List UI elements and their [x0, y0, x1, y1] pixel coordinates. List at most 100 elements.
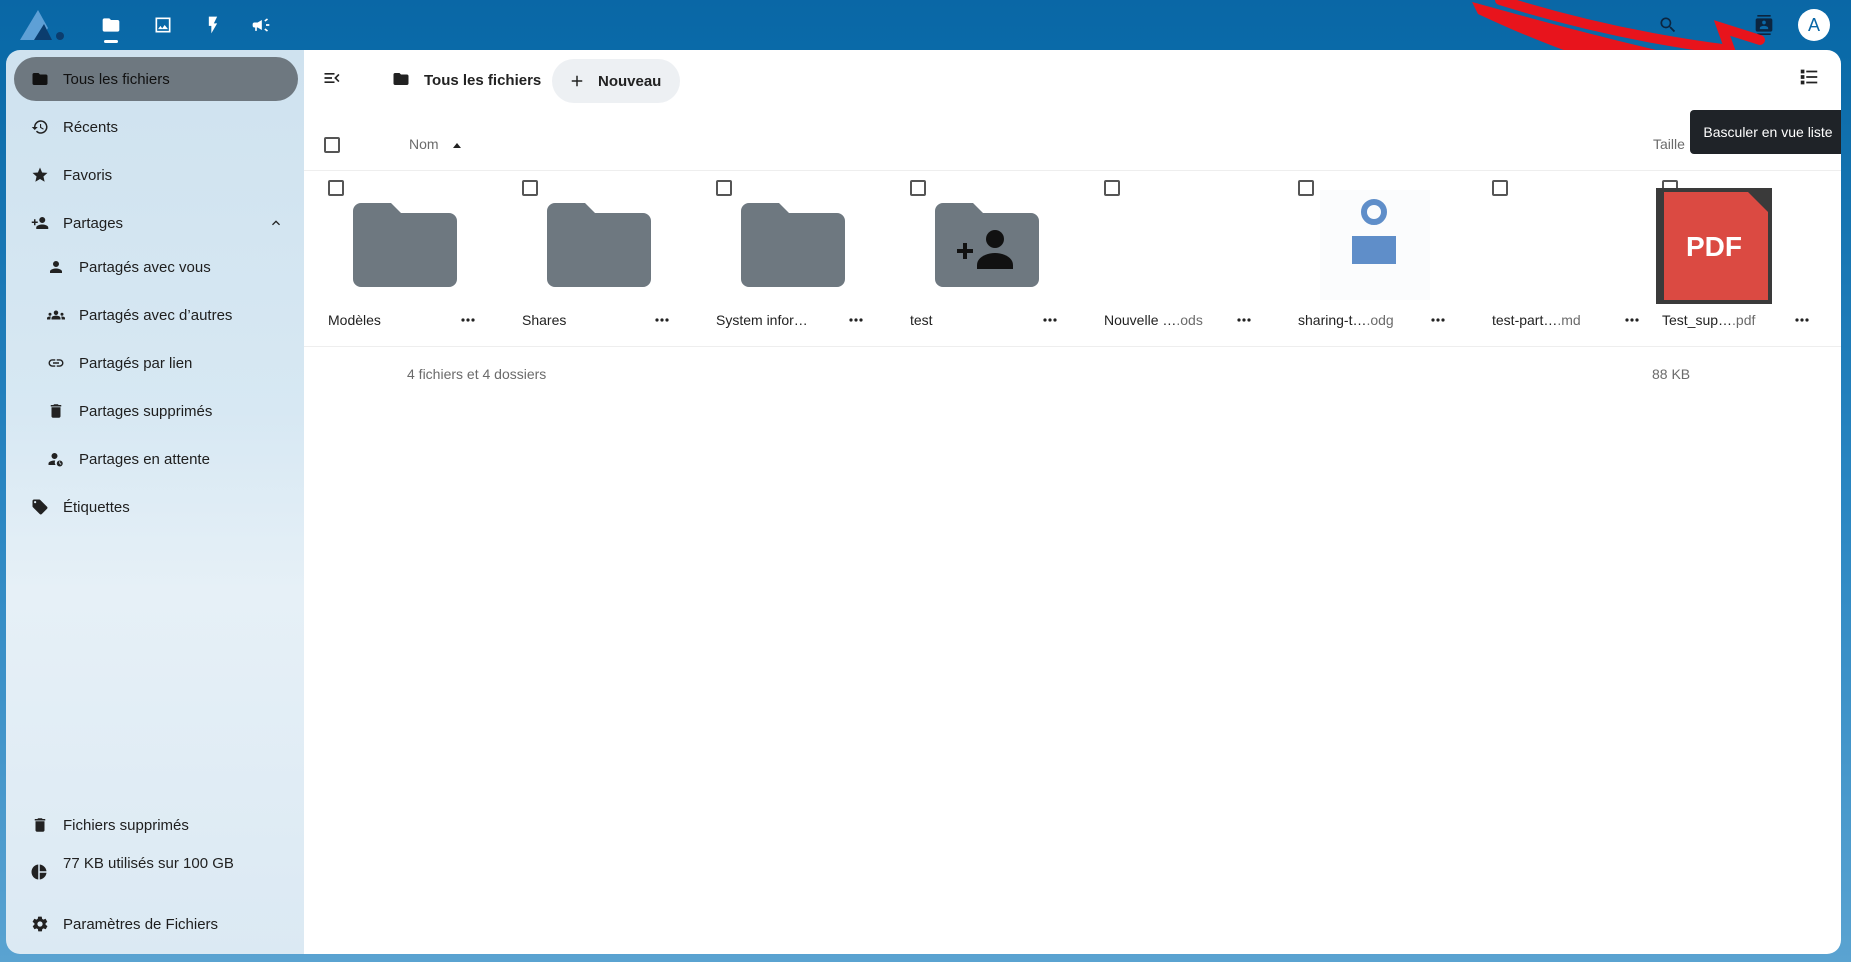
sort-ascending-icon [451, 138, 463, 150]
folder-icon [524, 190, 674, 300]
file-name: Modèles [328, 312, 381, 328]
sidebar-item-all-files[interactable]: Tous les fichiers [14, 57, 298, 101]
folder-icon [392, 70, 412, 90]
user-icon [46, 257, 66, 277]
top-bar: A [0, 0, 1851, 50]
file-list-header: Nom Taille [304, 122, 1841, 171]
sidebar-item-tags[interactable]: Étiquettes [14, 485, 298, 529]
more-actions-icon[interactable] [1426, 310, 1450, 330]
more-actions-icon[interactable] [1790, 310, 1814, 330]
gear-icon [30, 914, 50, 934]
sidebar-item-label: Favoris [63, 166, 113, 184]
avatar-letter: A [1807, 14, 1820, 35]
more-actions-icon[interactable] [1232, 310, 1256, 330]
spreadsheet-thumbnail [1106, 190, 1256, 300]
nextcloud-logo[interactable] [18, 8, 68, 42]
svg-text:PDF: PDF [1686, 231, 1742, 262]
sidebar-item-label: Partagés par lien [79, 354, 193, 372]
total-size: 88 KB [1652, 366, 1691, 382]
user-clock-icon [46, 449, 66, 469]
file-name: Test_sup… .pdf [1662, 312, 1756, 328]
tags-icon [30, 497, 50, 517]
quota-text: 77 KB utilisés sur 100 GB [63, 855, 234, 872]
text-thumbnail [1494, 190, 1644, 300]
more-actions-icon[interactable] [456, 310, 480, 330]
file-tile[interactable]: System infor… [696, 170, 890, 346]
user-avatar[interactable]: A [1798, 9, 1830, 41]
contacts-icon[interactable] [1752, 13, 1776, 37]
chevron-up-icon[interactable] [268, 215, 284, 231]
sidebar-item-shares[interactable]: Partages [14, 201, 298, 245]
more-actions-icon[interactable] [1620, 310, 1644, 330]
announcements-app-icon[interactable] [248, 12, 274, 38]
toggle-list-view-button[interactable] [1798, 66, 1826, 94]
trash-icon [30, 815, 50, 835]
users-icon [46, 305, 66, 325]
folder-icon [30, 69, 50, 89]
menu-collapse-icon [324, 73, 340, 83]
sidebar-item-shared-by-link[interactable]: Partagés par lien [14, 341, 298, 385]
shared-folder-icon [912, 190, 1062, 300]
new-button-label: Nouveau [598, 72, 662, 90]
sidebar-item-label: Tous les fichiers [63, 70, 170, 88]
breadcrumb-label: Tous les fichiers [424, 71, 542, 89]
sidebar-item-recent[interactable]: Récents [14, 105, 298, 149]
sidebar-item-deleted-files[interactable]: Fichiers supprimés [14, 803, 298, 847]
file-tile[interactable]: sharing-t… .odg [1278, 170, 1472, 346]
sidebar-item-favorites[interactable]: Favoris [14, 153, 298, 197]
star-icon [30, 165, 50, 185]
sidebar: Tous les fichiers Récents Favoris Partag… [6, 50, 304, 954]
search-icon[interactable] [1656, 13, 1680, 37]
pie-chart-icon [30, 863, 50, 883]
file-tile[interactable]: test [890, 170, 1084, 346]
drawing-thumbnail [1300, 190, 1450, 300]
sidebar-item-shared-with-others[interactable]: Partagés avec d’autres [14, 293, 298, 337]
file-tile[interactable]: test-part… .md [1472, 170, 1666, 346]
breadcrumb[interactable]: Tous les fichiers [392, 66, 541, 94]
sidebar-item-label: Fichiers supprimés [63, 816, 189, 834]
folder-icon [718, 190, 868, 300]
sidebar-item-deleted-shares[interactable]: Partages supprimés [14, 389, 298, 433]
folder-icon [330, 190, 480, 300]
sidebar-item-label: Partagés avec d’autres [79, 306, 233, 324]
select-all-checkbox[interactable] [324, 137, 340, 153]
file-name: sharing-t… .odg [1298, 312, 1394, 328]
column-name-header[interactable]: Nom [409, 136, 463, 152]
column-size-header[interactable]: Taille [1653, 136, 1685, 152]
photos-app-icon[interactable] [150, 12, 176, 38]
files-app-icon[interactable] [98, 12, 124, 38]
more-actions-icon[interactable] [650, 310, 674, 330]
file-name: test [910, 312, 933, 328]
trash-icon [46, 401, 66, 421]
file-tile[interactable]: Modèles [308, 170, 502, 346]
column-name-label: Nom [409, 136, 439, 152]
file-count-summary: 4 fichiers et 4 dossiers [407, 366, 547, 382]
link-icon [46, 353, 66, 373]
sidebar-item-label: Récents [63, 118, 119, 136]
history-icon [30, 117, 50, 137]
file-grid: Modèles Shares System infor… test Nouvel… [304, 170, 1841, 347]
sidebar-item-pending-shares[interactable]: Partages en attente [14, 437, 298, 481]
more-actions-icon[interactable] [844, 310, 868, 330]
sidebar-item-label: Partages [63, 214, 124, 232]
view-toggle-tooltip: Basculer en vue liste [1690, 110, 1841, 154]
sidebar-item-label: Étiquettes [63, 498, 130, 516]
activity-app-icon[interactable] [200, 12, 226, 38]
file-tile[interactable]: Nouvelle … .ods [1084, 170, 1278, 346]
pdf-thumbnail: PDF [1656, 188, 1772, 304]
file-name: Nouvelle … .ods [1104, 312, 1203, 328]
sidebar-item-label: Partagés avec vous [79, 258, 211, 276]
sidebar-item-shared-with-you[interactable]: Partagés avec vous [14, 245, 298, 289]
list-view-icon [1800, 69, 1818, 85]
sidebar-item-label: Paramètres de Fichiers [63, 915, 219, 933]
file-tile[interactable]: Shares [502, 170, 696, 346]
storage-quota[interactable]: 77 KB utilisés sur 100 GB [14, 851, 298, 895]
main-content: Tous les fichiers Nouveau Nom Taille Mod… [304, 50, 1841, 954]
more-actions-icon[interactable] [1038, 310, 1062, 330]
sidebar-item-label: Partages supprimés [79, 402, 213, 420]
toggle-navigation-button[interactable] [322, 68, 346, 92]
sidebar-item-settings[interactable]: Paramètres de Fichiers [14, 902, 298, 946]
plus-icon [568, 72, 586, 90]
file-tile[interactable]: PDF Test_sup… .pdf [1642, 170, 1836, 346]
new-button[interactable]: Nouveau [552, 59, 680, 103]
